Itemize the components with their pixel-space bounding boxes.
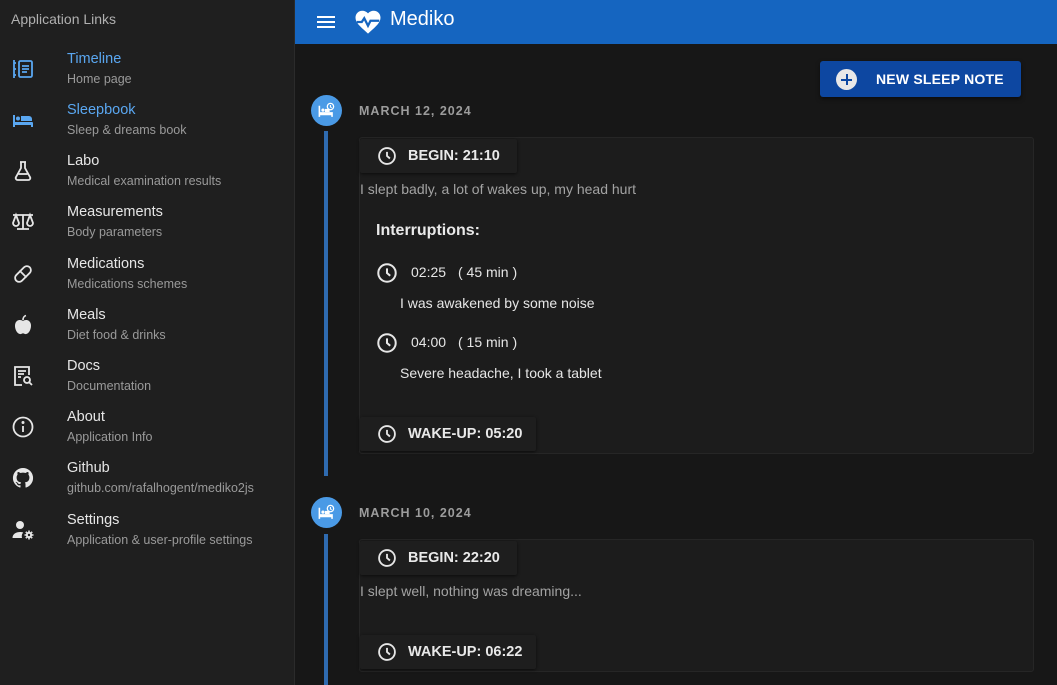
sidebar-item-sub: Documentation — [67, 379, 152, 393]
sidebar-item-label: Docs — [67, 358, 101, 374]
interruption-desc: I was awakened by some noise — [400, 295, 595, 311]
interruption-duration: ( 15 min ) — [458, 334, 518, 350]
sidebar-item-sleepbook[interactable]: Sleepbook Sleep & dreams book — [0, 102, 294, 152]
interruption-clock: 04:00 — [411, 334, 447, 350]
app-title: Mediko — [390, 8, 455, 30]
sidebar-title: Application Links — [11, 11, 117, 27]
entry-date: MARCH 10, 2024 — [359, 506, 472, 520]
sidebar-item-sub: Medical examination results — [67, 174, 222, 188]
timeline-line — [324, 131, 328, 476]
begin-time: BEGIN: 22:20 — [408, 550, 500, 566]
sleep-note-card[interactable]: BEGIN: 21:10 I slept badly, a lot of wak… — [359, 137, 1034, 454]
interruption-clock: 02:25 — [411, 264, 447, 280]
user-settings-icon — [11, 518, 35, 542]
wakeup-time: WAKE-UP: 06:22 — [408, 644, 523, 660]
sidebar-item-label: Timeline — [67, 51, 122, 67]
sleep-bed-icon — [318, 102, 335, 117]
scale-icon — [11, 210, 35, 234]
sidebar-item-sub: Diet food & drinks — [67, 328, 166, 342]
sidebar-item-label: Medications — [67, 256, 145, 272]
timeline-dot — [311, 497, 342, 528]
interruptions-title: Interruptions: — [376, 222, 480, 239]
clock-icon — [378, 643, 396, 661]
document-search-icon — [11, 364, 35, 388]
clock-icon — [378, 425, 396, 443]
sidebar-item-sub: Home page — [67, 72, 132, 86]
sidebar-item-label: Sleepbook — [67, 102, 136, 118]
plus-circle-icon — [836, 69, 857, 90]
sidebar-item-sub: Body parameters — [67, 225, 163, 239]
sidebar-item-measurements[interactable]: Measurements Body parameters — [0, 204, 294, 254]
sidebar-item-labo[interactable]: Labo Medical examination results — [0, 153, 294, 203]
sidebar-item-label: About — [67, 409, 105, 425]
begin-time: BEGIN: 21:10 — [408, 148, 500, 164]
entry-date: MARCH 12, 2024 — [359, 104, 472, 118]
app-bar: Mediko — [295, 0, 1057, 44]
sidebar-item-github[interactable]: Github github.com/rafalhogent/mediko2js — [0, 460, 294, 510]
sidebar-item-label: Measurements — [67, 204, 163, 220]
begin-chip: BEGIN: 22:20 — [360, 541, 517, 575]
hamburger-menu-icon[interactable] — [314, 10, 338, 34]
sidebar-item-label: Meals — [67, 307, 106, 323]
sidebar-item-label: Settings — [67, 512, 120, 528]
interruption-duration: ( 45 min ) — [458, 264, 518, 280]
sidebar-item-settings[interactable]: Settings Application & user-profile sett… — [0, 512, 294, 562]
sidebar-item-docs[interactable]: Docs Documentation — [0, 358, 294, 408]
sidebar-item-label: Github — [67, 460, 110, 476]
info-icon — [11, 415, 35, 439]
apple-icon — [11, 313, 35, 337]
timeline-dot — [311, 95, 342, 126]
wakeup-chip: WAKE-UP: 06:22 — [360, 635, 536, 669]
wakeup-time: WAKE-UP: 05:20 — [408, 426, 523, 442]
sidebar-item-sub: Sleep & dreams book — [67, 123, 187, 137]
heart-pulse-icon — [353, 7, 383, 37]
sidebar-item-medications[interactable]: Medications Medications schemes — [0, 256, 294, 306]
sleep-bed-icon — [318, 504, 335, 519]
clock-icon — [378, 549, 396, 567]
sidebar-item-label: Labo — [67, 153, 100, 169]
pill-icon — [11, 262, 35, 286]
sidebar-item-sub: Medications schemes — [67, 277, 188, 291]
sleep-note-card[interactable]: BEGIN: 22:20 I slept well, nothing was d… — [359, 539, 1034, 672]
new-sleep-note-label: NEW SLEEP NOTE — [876, 71, 1004, 87]
timeline-line — [324, 534, 328, 685]
bed-icon — [11, 108, 35, 132]
github-icon — [11, 466, 35, 490]
wakeup-chip: WAKE-UP: 05:20 — [360, 417, 536, 451]
clock-icon — [377, 263, 397, 283]
timeline-icon — [11, 57, 35, 81]
sidebar-item-sub: Application & user-profile settings — [67, 533, 253, 547]
sidebar-item-timeline[interactable]: Timeline Home page — [0, 51, 294, 101]
clock-icon — [378, 147, 396, 165]
begin-chip: BEGIN: 21:10 — [360, 139, 517, 173]
sidebar-item-about[interactable]: About Application Info — [0, 409, 294, 459]
sidebar-item-sub: github.com/rafalhogent/mediko2js — [67, 481, 254, 495]
flask-icon — [11, 159, 35, 183]
sleep-note-text: I slept badly, a lot of wakes up, my hea… — [360, 181, 637, 197]
clock-icon — [377, 333, 397, 353]
sleep-note-text: I slept well, nothing was dreaming... — [360, 583, 582, 599]
sidebar: Application Links Timeline Home page Sle… — [0, 0, 295, 685]
new-sleep-note-button[interactable]: NEW SLEEP NOTE — [820, 61, 1021, 97]
interruption-desc: Severe headache, I took a tablet — [400, 365, 602, 381]
sidebar-item-sub: Application Info — [67, 430, 153, 444]
sidebar-item-meals[interactable]: Meals Diet food & drinks — [0, 307, 294, 357]
